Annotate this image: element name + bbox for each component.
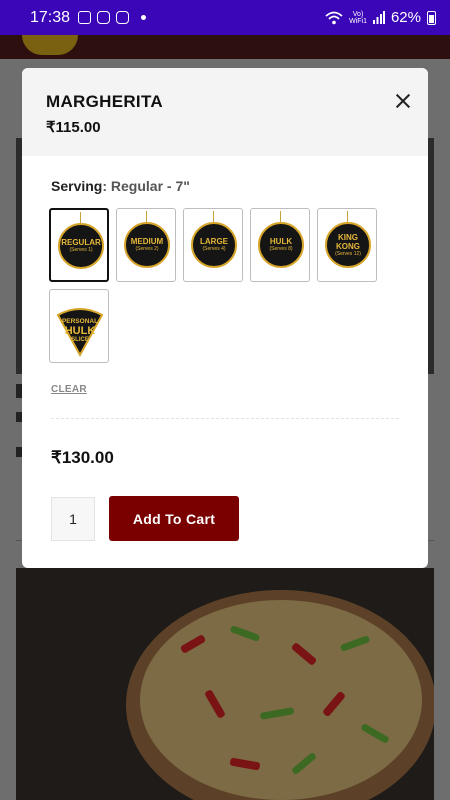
- status-bar: 17:38 Vo) WiFi1 62%: [0, 0, 450, 35]
- size-badge-large: LARGE (Serves 4): [191, 222, 237, 268]
- system-indicators: Vo) WiFi1 62%: [325, 9, 436, 26]
- total-price: ₹130.00: [51, 448, 114, 467]
- serving-label: Serving: [51, 178, 103, 194]
- clear-selection-link[interactable]: CLEAR: [51, 384, 87, 395]
- serving-row: Serving: Regular - 7": [51, 178, 190, 194]
- pizza-topping-area: [140, 600, 422, 800]
- size-swatch-large[interactable]: LARGE (Serves 4): [183, 208, 243, 282]
- notification-icons: [78, 11, 147, 24]
- modal-header: MARGHERITA ₹115.00: [22, 68, 428, 156]
- svg-text:SLICE: SLICE: [71, 337, 89, 343]
- size-swatch-medium[interactable]: MEDIUM (Serves 2): [116, 208, 176, 282]
- pizza-crust: [126, 590, 434, 800]
- serving-value: : Regular - 7": [102, 178, 190, 194]
- pizza-image-dimmed: [16, 568, 434, 800]
- svg-text:PERSONAL: PERSONAL: [62, 318, 98, 325]
- product-base-price: ₹115.00: [46, 119, 101, 136]
- add-to-cart-button[interactable]: Add To Cart: [109, 496, 239, 541]
- battery-icon: [427, 10, 436, 25]
- size-badge-medium: MEDIUM (Serves 2): [124, 222, 170, 268]
- instagram-icon: [116, 11, 130, 24]
- size-badge-hulk: HULK (Serves 8): [258, 222, 304, 268]
- product-options-modal: MARGHERITA ₹115.00 Serving: Regular - 7"…: [22, 68, 428, 568]
- battery-percent: 62%: [390, 9, 421, 26]
- clock: 17:38: [30, 8, 71, 26]
- volte-indicator: Vo) WiFi1: [349, 10, 367, 25]
- size-swatch-personal-hulk-slice[interactable]: PERSONAL HULK SLICE: [49, 289, 109, 363]
- size-swatch-hulk[interactable]: HULK (Serves 8): [250, 208, 310, 282]
- size-swatch-king-kong[interactable]: KING KONG (Serves 12): [317, 208, 377, 282]
- size-badge-regular: REGULAR (Serves 1): [58, 223, 104, 269]
- signal-icon: [372, 11, 385, 24]
- close-icon[interactable]: [392, 90, 414, 112]
- dashed-divider: [51, 418, 399, 419]
- wifi-icon: [325, 11, 343, 24]
- quantity-input[interactable]: [51, 497, 95, 541]
- gallery-icon: [78, 11, 92, 24]
- instagram-icon: [97, 11, 111, 24]
- size-swatch-regular[interactable]: REGULAR (Serves 1): [49, 208, 109, 282]
- size-badge-king-kong: KING KONG (Serves 12): [325, 222, 371, 268]
- svg-text:HULK: HULK: [65, 325, 96, 337]
- product-title: MARGHERITA: [46, 92, 163, 111]
- pizza-slice-icon: PERSONAL HULK SLICE: [56, 308, 104, 357]
- more-notifications-icon: [141, 15, 147, 20]
